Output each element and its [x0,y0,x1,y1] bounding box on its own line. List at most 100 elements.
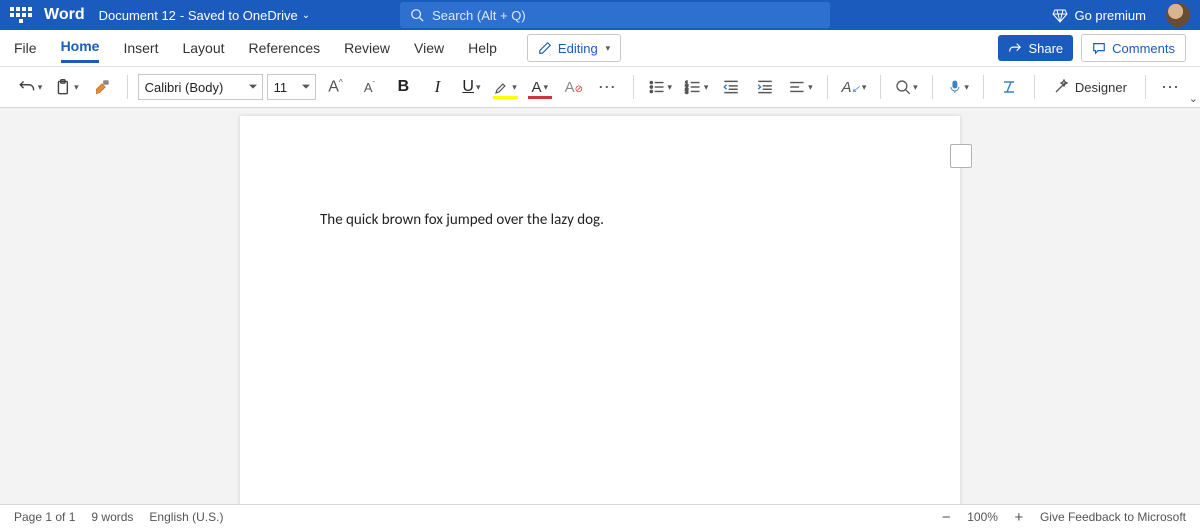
bold-button[interactable]: B [388,73,418,101]
zoom-out-button[interactable]: − [939,509,953,526]
decrease-font-button[interactable]: Aˇ [354,73,384,101]
underline-button[interactable]: U ▾ [456,73,486,101]
document-save-status: - Saved to OneDrive [180,8,298,23]
styles-icon: A↙ [842,79,860,96]
highlight-color-bar [493,96,517,99]
designer-button[interactable]: Designer [1045,73,1135,101]
zoom-in-button[interactable]: + [1012,509,1026,526]
font-size-select[interactable]: 11 [267,74,317,100]
go-premium-button[interactable]: Go premium [1052,7,1146,23]
italic-icon: I [435,77,441,97]
clipboard-icon [54,78,72,96]
app-name: Word [44,6,85,24]
bullets-icon [648,78,666,96]
document-body-text[interactable]: The quick brown fox jumped over the lazy… [320,211,880,229]
font-name-select[interactable]: Calibri (Body) [138,74,263,100]
bold-icon: B [398,78,410,96]
chevron-down-icon: ▾ [476,82,481,93]
decrease-indent-icon [722,78,740,96]
status-language[interactable]: English (U.S.) [149,510,223,524]
tab-help[interactable]: Help [468,36,497,60]
more-font-options-button[interactable]: ⋯ [593,73,623,101]
layout-options-handle[interactable] [950,144,972,168]
font-color-bar [528,96,552,99]
status-word-count[interactable]: 9 words [91,510,133,524]
styles-button[interactable]: A↙ ▾ [838,73,871,101]
increase-font-icon: A^ [328,78,342,96]
font-color-button[interactable]: A ▾ [525,73,555,101]
numbering-icon: 123 [684,78,702,96]
zoom-level[interactable]: 100% [967,510,998,524]
chevron-down-icon: ▾ [606,43,611,54]
undo-button[interactable]: ▾ [14,73,46,101]
ellipsis-icon: ⋯ [1161,78,1181,96]
svg-text:3: 3 [685,90,688,96]
comments-button[interactable]: Comments [1081,34,1186,62]
tab-home[interactable]: Home [61,34,100,63]
share-button[interactable]: Share [998,35,1073,61]
search-placeholder: Search (Alt + Q) [432,8,526,23]
align-button[interactable]: ▾ [784,73,816,101]
paintbrush-icon [93,78,111,96]
diamond-icon [1052,7,1068,23]
ellipsis-icon: ⋯ [598,78,618,96]
chevron-down-icon: ▾ [38,82,43,93]
chevron-down-icon: ▾ [512,82,517,93]
chevron-down-icon: ▾ [913,82,918,93]
chevron-down-icon: ▾ [668,82,673,93]
increase-font-button[interactable]: A^ [320,73,350,101]
clipboard-button[interactable]: ▾ [50,73,82,101]
increase-indent-button[interactable] [750,73,780,101]
document-title[interactable]: Document 12 - Saved to OneDrive ⌄ [99,8,311,23]
title-bar: Word Document 12 - Saved to OneDrive ⌄ S… [0,0,1200,30]
tab-review[interactable]: Review [344,36,390,60]
chevron-down-icon: ▾ [964,82,969,93]
chevron-down-icon: ▾ [704,82,709,93]
home-toolbar: ▾ ▾ Calibri (Body) 11 A^ Aˇ B I U ▾ ▾ [0,67,1200,108]
search-icon [895,79,911,95]
search-input[interactable]: Search (Alt + Q) [400,2,830,28]
chevron-down-icon: ▾ [544,82,549,93]
chevron-down-icon: ⌄ [302,10,310,21]
magic-wand-icon [1053,79,1069,95]
find-button[interactable]: ▾ [891,73,921,101]
user-avatar[interactable] [1166,3,1190,27]
search-icon [410,8,424,22]
tab-file[interactable]: File [14,36,37,60]
clear-formatting-button[interactable]: A⊘ [559,73,589,101]
highlight-icon [494,79,510,95]
editing-mode-button[interactable]: Editing ▾ [527,34,621,62]
align-left-icon [788,78,806,96]
app-launcher-icon[interactable] [10,4,32,26]
status-bar: Page 1 of 1 9 words English (U.S.) − 100… [0,504,1200,529]
share-icon [1008,41,1022,55]
clear-formatting-icon: A⊘ [565,79,583,96]
tab-references[interactable]: References [249,36,321,60]
font-color-icon: A [531,79,541,96]
italic-button[interactable]: I [422,73,452,101]
tab-view[interactable]: View [414,36,444,60]
increase-indent-icon [756,78,774,96]
tab-insert[interactable]: Insert [123,36,158,60]
decrease-font-icon: Aˇ [364,80,375,95]
format-painter-button[interactable] [87,73,117,101]
editor-button[interactable] [994,73,1024,101]
document-canvas[interactable]: The quick brown fox jumped over the lazy… [0,108,1200,504]
underline-icon: U [462,78,474,96]
comment-icon [1092,41,1106,55]
pencil-icon [538,41,552,55]
status-page[interactable]: Page 1 of 1 [14,510,75,524]
page-sheet[interactable]: The quick brown fox jumped over the lazy… [240,116,960,504]
toolbar-overflow-button[interactable]: ⋯ [1156,73,1186,101]
ribbon-tab-row: File Home Insert Layout References Revie… [0,30,1200,67]
decrease-indent-button[interactable] [716,73,746,101]
feedback-link[interactable]: Give Feedback to Microsoft [1040,510,1186,524]
numbering-button[interactable]: 123 ▾ [680,73,712,101]
microphone-icon [947,79,963,95]
bullets-button[interactable]: ▾ [644,73,676,101]
editor-icon [1001,79,1017,95]
highlight-color-button[interactable]: ▾ [490,73,520,101]
dictate-button[interactable]: ▾ [943,73,973,101]
collapse-ribbon-button[interactable]: ⌄ [1189,92,1198,105]
tab-layout[interactable]: Layout [182,36,224,60]
